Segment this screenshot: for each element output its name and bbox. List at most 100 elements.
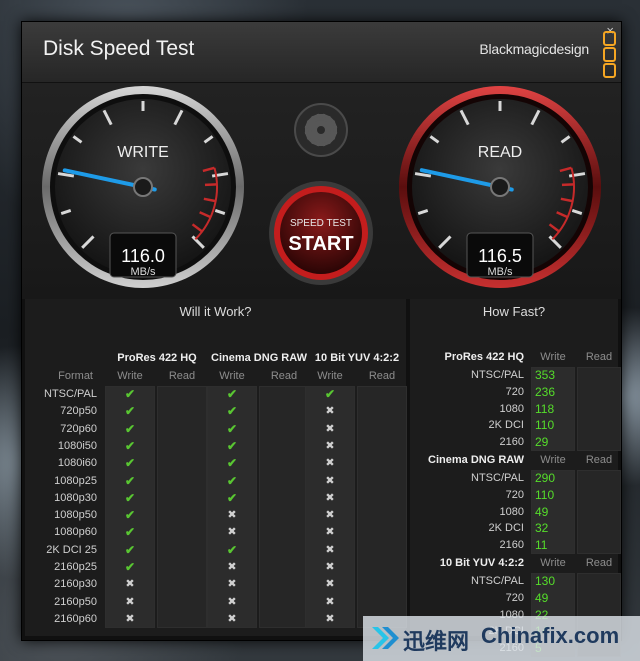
gauge-svg: WRITE 116.0 MB/s READ 116.5 MB/s SPEED T… (42, 86, 601, 288)
speed-row-label: 2160 (499, 436, 524, 449)
read-value: 116.5 (478, 246, 522, 266)
write-speed-value: 130 (535, 574, 556, 588)
checkmark-icon: ✔ (226, 456, 238, 471)
watermark-banner: 迅维网 Chinafix.com (363, 616, 640, 661)
speed-row-label: NTSC/PAL (471, 472, 524, 484)
checkmark-icon: ✔ (226, 438, 238, 453)
cross-icon: ✖ (325, 474, 335, 487)
checkmark-icon: ✔ (124, 508, 136, 523)
will-it-work-panel: Will it Work? Format ProRes 422 HQ Write Re… (25, 299, 407, 636)
cross-icon: ✖ (325, 578, 335, 591)
checkmark-icon: ✔ (226, 387, 238, 401)
write-unit: MB/s (130, 266, 156, 278)
read-column-header: Read (270, 370, 298, 382)
write-speed-value: 11 (535, 538, 548, 553)
read-gauge-label: READ (478, 144, 522, 161)
cross-icon: ✖ (325, 457, 335, 470)
start-button-caption: SPEED TEST (290, 218, 352, 229)
read-column-cells (157, 386, 207, 629)
format-row-label: 1080p60 (54, 526, 97, 539)
disk-speed-test-window: Disk Speed Test × Blackmagicdesign WRITE… (21, 21, 622, 657)
checkmark-icon: ✔ (124, 542, 136, 557)
format-row-label: 2160p60 (54, 612, 97, 625)
cross-icon: ✖ (227, 595, 237, 608)
checkmark-icon: ✔ (124, 473, 136, 488)
desktop-background: { "window": { "title": "Disk Speed Test"… (0, 0, 640, 661)
write-speed-value: 118 (535, 401, 555, 416)
speed-row-label: NTSC/PAL (471, 369, 524, 381)
results-area: Will it Work? Format ProRes 422 HQ Write Re… (22, 299, 621, 657)
checkmark-icon: ✔ (124, 404, 136, 419)
write-column-header: Write (540, 351, 566, 363)
write-speed-value: 49 (535, 504, 549, 519)
cross-icon: ✖ (125, 595, 135, 608)
speed-row-label: 720 (505, 385, 524, 398)
brand-wordmark: Blackmagicdesign (479, 41, 589, 57)
gauge-area: WRITE 116.0 MB/s READ 116.5 MB/s SPEED T… (22, 83, 621, 299)
write-gauge-label: WRITE (117, 144, 169, 161)
checkmark-icon: ✔ (124, 387, 136, 401)
format-row-label: 2160p30 (54, 578, 97, 591)
speed-group-header: 10 Bit YUV 4:2:2 (439, 557, 524, 569)
write-speed-value: 353 (535, 368, 556, 382)
format-column-header: Format (58, 370, 93, 382)
cross-icon: ✖ (325, 543, 335, 556)
chevron-logo-icon (372, 627, 399, 649)
how-fast-panel: How Fast? ProRes 422 HQ Write Read NTSC/PAL… (410, 299, 621, 657)
cross-icon: ✖ (325, 612, 335, 625)
checkmark-icon: ✔ (124, 560, 136, 574)
read-column-header: Read (368, 370, 396, 382)
cross-icon: ✖ (325, 405, 335, 418)
write-speed-value: 110 (535, 418, 555, 433)
speed-row-label: NTSC/PAL (471, 575, 524, 587)
settings-gear-icon[interactable] (294, 103, 348, 157)
watermark-cn: 迅维网 (403, 629, 470, 654)
start-button[interactable]: SPEED TEST START (269, 181, 373, 285)
format-row-label: 720p60 (60, 422, 97, 435)
watermark-en: Chinafix.com (481, 623, 620, 648)
write-column-header: Write (117, 370, 143, 382)
write-speed-value: 49 (535, 590, 549, 605)
read-column-header: Read (168, 370, 196, 382)
speed-row-label: 1080 (499, 505, 524, 518)
checkmark-icon: ✔ (124, 456, 136, 471)
read-column-header: Read (585, 454, 613, 466)
checkmark-icon: ✔ (324, 387, 336, 401)
cross-icon: ✖ (325, 526, 335, 539)
write-column-header: Write (540, 557, 566, 569)
speed-row-label: 2K DCI (488, 419, 524, 432)
read-column-header: Read (585, 557, 613, 569)
speed-row-label: 720 (505, 591, 524, 604)
cross-icon: ✖ (125, 612, 135, 625)
cross-icon: ✖ (227, 509, 237, 522)
format-row-label: 2160p50 (54, 595, 97, 608)
format-row-label: 720p50 (60, 405, 97, 418)
checkmark-icon: ✔ (226, 473, 238, 488)
read-column-cells (259, 386, 309, 629)
checkmark-icon: ✔ (226, 490, 238, 505)
write-speed-value: 110 (535, 487, 555, 502)
format-row-label: 2160p25 (54, 561, 97, 573)
checkmark-icon: ✔ (226, 542, 238, 557)
speed-group-header: ProRes 422 HQ (444, 351, 524, 363)
write-needle-hub (133, 177, 153, 197)
read-gauge: READ 116.5 MB/s (399, 86, 601, 288)
cross-icon: ✖ (227, 578, 237, 591)
write-speed-value: 32 (535, 521, 549, 536)
cross-icon: ✖ (325, 561, 335, 573)
speed-row-label: 2K DCI (488, 522, 524, 535)
format-row-label: NTSC/PAL (44, 388, 97, 400)
checkmark-icon: ✔ (124, 490, 136, 505)
format-row-label: 1080i60 (57, 457, 97, 470)
app-title: Disk Speed Test (43, 37, 195, 60)
blackmagic-logo-icon (603, 31, 616, 79)
write-speed-value: 236 (535, 384, 556, 399)
speed-row-label: 1080 (499, 402, 524, 415)
write-gauge: WRITE 116.0 MB/s (42, 86, 244, 288)
read-column-cells (357, 386, 407, 629)
cross-icon: ✖ (325, 491, 335, 504)
will-group-header: Cinema DNG RAW (211, 352, 307, 364)
checkmark-icon: ✔ (124, 438, 136, 453)
cross-icon: ✖ (125, 578, 135, 591)
format-row-label: 1080p50 (54, 509, 97, 522)
